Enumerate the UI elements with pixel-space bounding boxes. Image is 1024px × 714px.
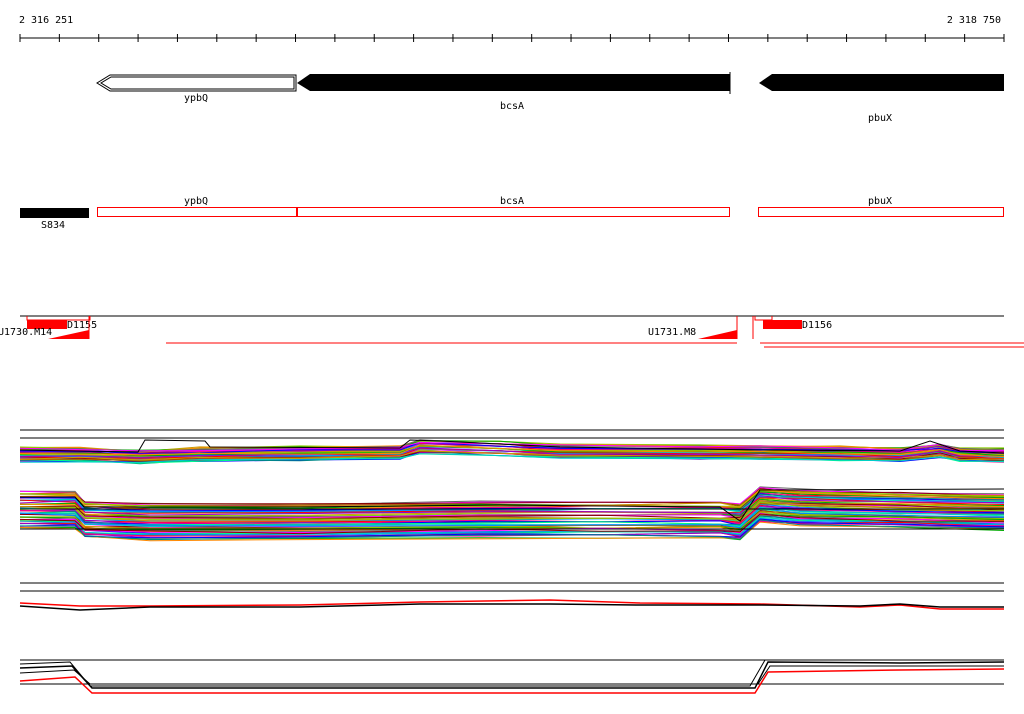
ruler-end-label: 2 318 750 — [947, 15, 1001, 26]
tu-label-D1155: D1155 — [67, 320, 97, 331]
feature-label-S834: S834 — [41, 220, 65, 231]
transcription-unit-track: D1155 U1730.M14 U1731.M8 D1156 — [0, 315, 1024, 348]
gene-arrow-pbuX[interactable] — [759, 74, 1004, 91]
cds-box-ypbQ[interactable] — [97, 207, 297, 217]
genome-browser-view: 2 316 251 2 318 750 ypbQ bcsA pbuX ypbQ … — [0, 15, 1024, 694]
summary2-line-black-1 — [19, 659, 1004, 687]
expression-lines-1 — [19, 439, 1005, 465]
cds-label-pbuX: pbuX — [868, 196, 892, 207]
expression-lines-2 — [19, 486, 1005, 542]
cds-label-bcsA: bcsA — [500, 196, 524, 207]
tu-ramp-right — [698, 330, 737, 339]
ruler-start-label: 2 316 251 — [19, 15, 73, 26]
cds-box-pbuX[interactable] — [758, 207, 1004, 217]
tu-block-D1156[interactable] — [763, 320, 802, 329]
tu-bracket-right — [754, 316, 773, 321]
summary2-line-red-1 — [19, 668, 1005, 694]
feature-bar-S834[interactable] — [20, 208, 89, 218]
summary-track-2 — [19, 659, 1005, 694]
expression-track-1 — [19, 429, 1005, 465]
tu-label-D1156: D1156 — [802, 320, 832, 331]
gene-track: ypbQ bcsA pbuX — [96, 72, 1004, 124]
summary2-line-black-3 — [19, 665, 1004, 685]
cds-box-bcsA[interactable] — [297, 207, 730, 217]
coordinate-ruler: 2 316 251 2 318 750 — [19, 15, 1005, 42]
cds-label-ypbQ: ypbQ — [184, 196, 208, 207]
gene-label-bcsA: bcsA — [500, 101, 524, 112]
gene-label-pbuX: pbuX — [868, 113, 892, 124]
summary-track-1 — [19, 582, 1004, 611]
gene-label-ypbQ: ypbQ — [184, 93, 208, 104]
tu-ramp-left — [48, 330, 89, 339]
cds-track: ypbQ bcsA pbuX S834 — [20, 196, 1004, 231]
tu-label-U1730-M14: U1730.M14 — [0, 327, 52, 338]
gene-arrow-bcsA[interactable] — [297, 74, 730, 91]
tu-label-U1731-M8: U1731.M8 — [648, 327, 696, 338]
expression-track-2 — [19, 486, 1005, 542]
